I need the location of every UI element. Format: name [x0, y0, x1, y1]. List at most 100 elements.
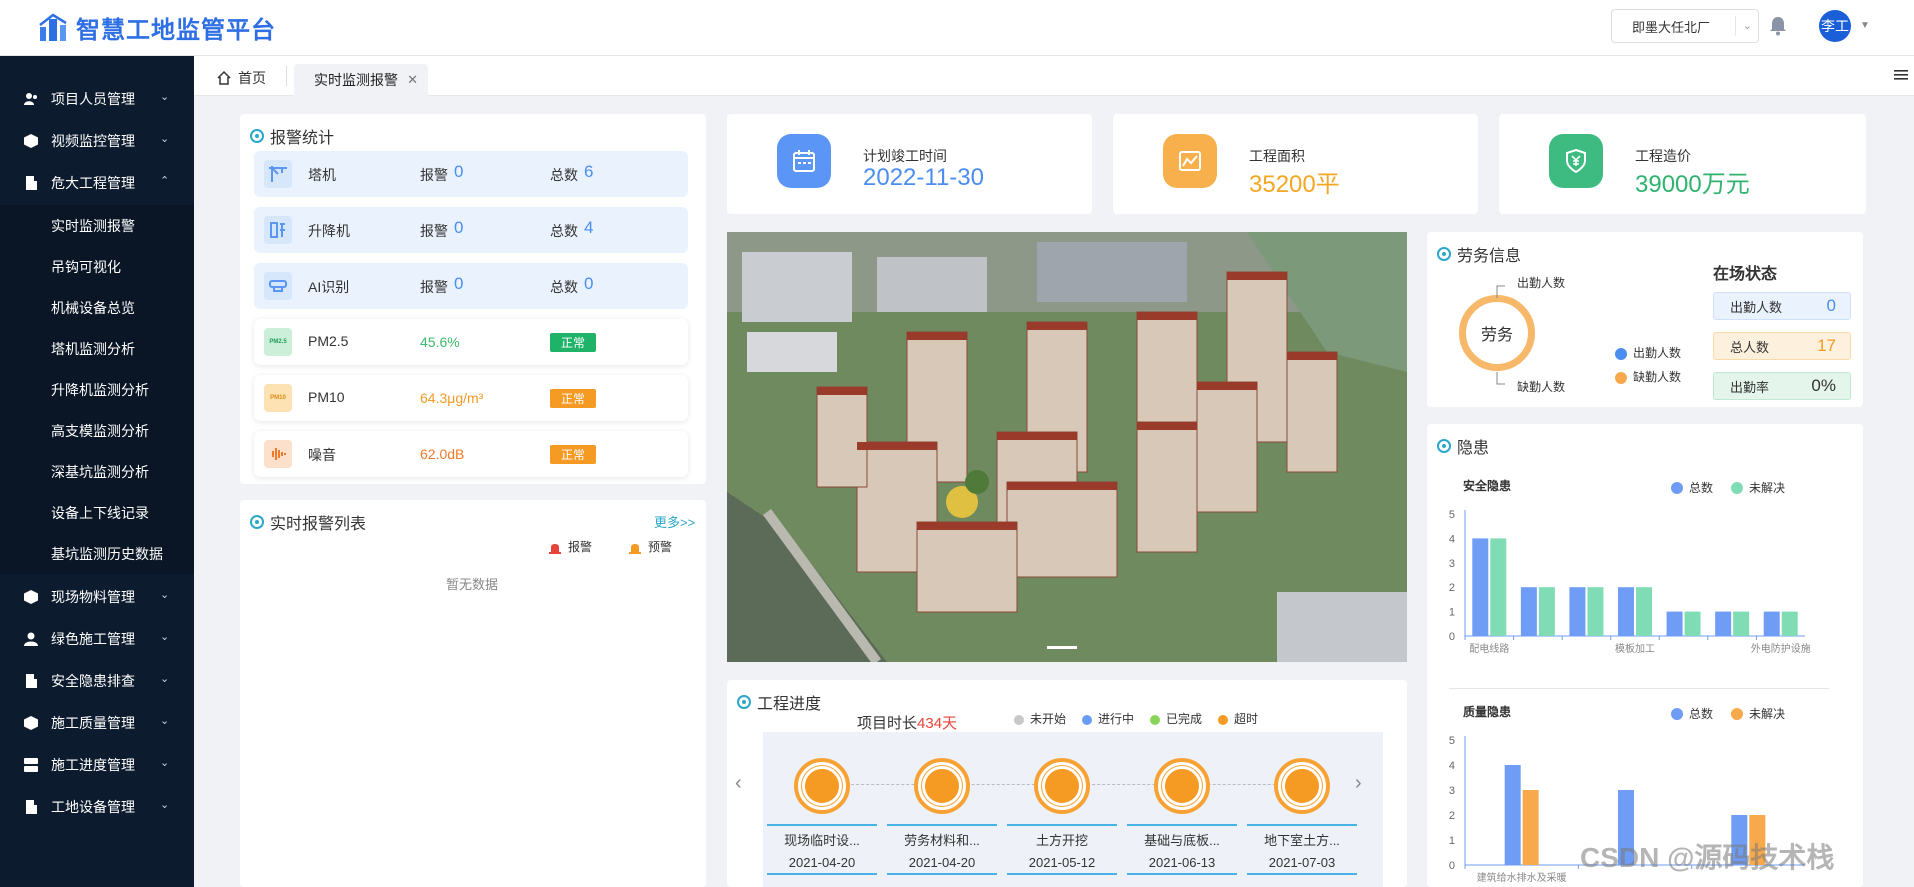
- pm25-icon: PM2.5: [264, 328, 292, 356]
- stat-value: 39000万元: [1635, 171, 1750, 198]
- bar: [1733, 611, 1750, 636]
- chevron-left-icon[interactable]: ‹: [735, 772, 742, 795]
- legend-warn: 预警: [628, 538, 672, 555]
- sidebar-item-label: 绿色施工管理: [51, 631, 135, 647]
- chevron-down-icon: ⌄: [160, 757, 170, 769]
- clock-icon: [794, 758, 850, 814]
- alarm-row-ai[interactable]: AI识别 报警 0 总数 0: [254, 263, 688, 309]
- sidebar: 项目人员管理 ⌄ 视频监控管理 ⌄ 危大工程管理 ⌃ 实时监测报警 吊钩可视化 …: [0, 56, 194, 887]
- sidebar-item-safety[interactable]: 安全隐患排查 ⌄: [0, 660, 194, 702]
- tab-realtime-alarm[interactable]: 实时监测报警 ✕: [294, 64, 428, 96]
- env-row-noise[interactable]: 噪音 62.0dB 正常: [254, 431, 688, 477]
- chevron-up-icon: ⌃: [160, 175, 170, 187]
- legend-label: 总数: [1689, 706, 1713, 721]
- caret-down-icon[interactable]: ▼: [1860, 20, 1870, 31]
- sidebar-subitem-hook-visual[interactable]: 吊钩可视化: [0, 246, 194, 287]
- timeline-node[interactable]: 现场临时设... 2021-04-20: [767, 758, 877, 875]
- alarm-count: 0: [454, 162, 464, 181]
- stat-value: 35200平: [1249, 171, 1340, 198]
- labor-card: 劳务信息 劳务 出勤人数 缺勤人数 出勤人数 缺勤人数 在场状态 出勤人数 0 …: [1427, 232, 1863, 407]
- y-tick-label: 5: [1449, 509, 1455, 521]
- alarm-row-lift[interactable]: 升降机 报警 0 总数 4: [254, 207, 688, 253]
- close-icon[interactable]: ✕: [407, 72, 418, 88]
- sidebar-subitem-lift-analysis[interactable]: 升降机监测分析: [0, 369, 194, 410]
- labor-title: 劳务信息: [1437, 242, 1521, 266]
- project-duration: 项目时长434天: [857, 712, 957, 733]
- more-link[interactable]: 更多>>: [654, 512, 695, 531]
- menu-icon[interactable]: [1894, 68, 1908, 82]
- sidebar-item-schedule[interactable]: 施工进度管理 ⌄: [0, 744, 194, 786]
- alarm-key: 报警: [420, 223, 448, 239]
- status-value: 17: [1817, 336, 1836, 355]
- total-count: 0: [584, 274, 594, 293]
- stat-card-area: 工程面积 35200平: [1113, 114, 1478, 214]
- card-title-text: 隐患: [1457, 440, 1490, 457]
- bar: [1763, 611, 1780, 636]
- alarm-key: 报警: [420, 167, 448, 183]
- y-tick-label: 2: [1449, 582, 1455, 594]
- legend-alarm-label: 报警: [568, 540, 593, 554]
- sidebar-item-hazardous[interactable]: 危大工程管理 ⌃: [0, 162, 194, 204]
- timeline-node[interactable]: 劳务材料和... 2021-04-20: [887, 758, 997, 875]
- sidebar-subitem-pit-history[interactable]: 基坑监测历史数据: [0, 533, 194, 574]
- sidebar-subitem-tower-analysis[interactable]: 塔机监测分析: [0, 328, 194, 369]
- sidebar-item-label: 项目人员管理: [51, 91, 135, 107]
- sidebar-subitem-pit-analysis[interactable]: 深基坑监测分析: [0, 451, 194, 492]
- bell-icon[interactable]: [1769, 16, 1787, 36]
- bar: [1715, 611, 1732, 636]
- node-date: 2021-06-13: [1127, 855, 1237, 875]
- alarm-list-card: 实时报警列表 更多>> 报警 预警 暂无数据: [240, 500, 706, 887]
- pm10-icon: PM10: [264, 384, 292, 412]
- sidebar-item-equipment[interactable]: 工地设备管理 ⌄: [0, 786, 194, 828]
- env-row-pm10[interactable]: PM10 PM10 64.3μg/m³ 正常: [254, 375, 688, 421]
- donut-callout-lines: [1496, 285, 1505, 385]
- home-icon: [217, 70, 231, 85]
- tab-divider: [286, 66, 287, 86]
- sidebar-item-quality[interactable]: 施工质量管理 ⌄: [0, 702, 194, 744]
- sidebar-item-personnel[interactable]: 项目人员管理 ⌄: [0, 78, 194, 120]
- total-key: 总数: [550, 223, 578, 239]
- env-row-pm25[interactable]: PM2.5 PM2.5 45.6% 正常: [254, 319, 688, 365]
- tab-home[interactable]: 首页: [216, 68, 266, 88]
- sidebar-item-label: 施工进度管理: [51, 757, 135, 773]
- cube-icon: [24, 716, 38, 730]
- alarm-row-tower[interactable]: 塔机 报警 0 总数 6: [254, 151, 688, 197]
- sidebar-subitem-machine-overview[interactable]: 机械设备总览: [0, 287, 194, 328]
- sidebar-item-video[interactable]: 视频监控管理 ⌄: [0, 120, 194, 162]
- project-carousel-image[interactable]: [727, 232, 1407, 662]
- sidebar-item-material[interactable]: 现场物料管理 ⌄: [0, 576, 194, 618]
- env-name: PM10: [308, 389, 345, 405]
- device-name: 升降机: [308, 223, 350, 239]
- stat-card-cost: 工程造价 39000万元: [1499, 114, 1866, 214]
- sidebar-item-green[interactable]: 绿色施工管理 ⌄: [0, 618, 194, 660]
- timeline-node[interactable]: 基础与底板... 2021-06-13: [1127, 758, 1237, 875]
- chevron-down-icon: ⌄: [160, 133, 170, 145]
- select-divider: [1735, 16, 1736, 36]
- timeline-node[interactable]: 地下室土方... 2021-07-03: [1247, 758, 1357, 875]
- env-value: 45.6%: [420, 334, 460, 350]
- sidebar-subitem-online-record[interactable]: 设备上下线记录: [0, 492, 194, 533]
- duration-value: 434天: [917, 715, 958, 732]
- sidebar-subitem-realtime-alarm[interactable]: 实时监测报警: [0, 205, 194, 246]
- user-avatar[interactable]: 李工: [1819, 10, 1851, 42]
- card-title-text: 劳务信息: [1457, 248, 1522, 265]
- sidebar-item-label: 工地设备管理: [51, 799, 135, 815]
- site-select-value: 即墨大任北厂: [1632, 19, 1711, 35]
- site-select[interactable]: 即墨大任北厂 ⌄: [1611, 9, 1759, 43]
- stat-label: 工程造价: [1635, 148, 1691, 164]
- bar: [1618, 587, 1634, 636]
- env-name: 噪音: [308, 447, 336, 463]
- sidebar-subitem-formwork-analysis[interactable]: 高支模监测分析: [0, 410, 194, 451]
- node-name: 劳务材料和...: [887, 824, 997, 849]
- title-dot-icon: [250, 129, 264, 143]
- node-name: 土方开挖: [1007, 824, 1117, 849]
- bar: [1781, 611, 1798, 636]
- lift-icon: [264, 216, 292, 244]
- alarm-count: 0: [454, 274, 464, 293]
- x-tick-label: 模板加工: [1615, 642, 1655, 654]
- chart-title: 质量隐患: [1463, 704, 1511, 719]
- bar: [1504, 765, 1521, 865]
- timeline-node[interactable]: 土方开挖 2021-05-12: [1007, 758, 1117, 875]
- title-dot-icon: [1437, 247, 1451, 261]
- logo[interactable]: 智慧工地监管平台: [38, 10, 276, 45]
